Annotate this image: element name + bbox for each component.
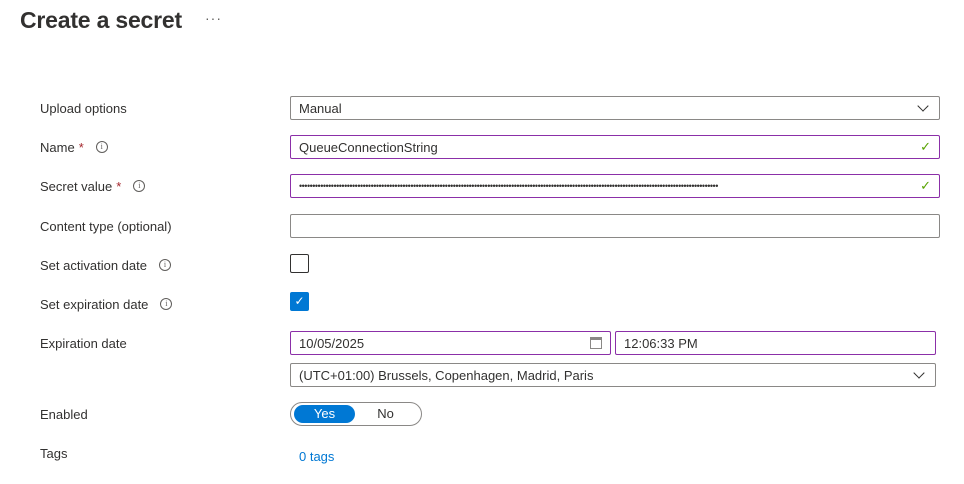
name-input[interactable]: QueueConnectionString ✓ [290, 135, 940, 159]
tags-link[interactable]: 0 tags [299, 449, 334, 464]
timezone-dropdown[interactable]: (UTC+01:00) Brussels, Copenhagen, Madrid… [290, 363, 936, 387]
enabled-label: Enabled [40, 404, 88, 424]
label-text: Secret value [40, 178, 113, 194]
label-text: Content type (optional) [40, 218, 172, 234]
more-options-button[interactable]: ··· [205, 10, 222, 26]
enabled-toggle[interactable]: Yes No [290, 402, 422, 426]
chevron-down-icon [913, 367, 925, 379]
upload-options-dropdown[interactable]: Manual [290, 96, 940, 120]
time-value: 12:06:33 PM [624, 335, 698, 351]
expiration-date-toggle-label: Set expiration date i [40, 294, 173, 314]
chevron-down-icon [917, 100, 929, 112]
name-label: Name * i [40, 137, 108, 157]
name-value: QueueConnectionString [299, 139, 438, 155]
info-icon[interactable]: i [160, 298, 173, 310]
upload-options-label: Upload options [40, 98, 127, 118]
label-text: Set activation date [40, 257, 147, 273]
secret-value-label: Secret value * i [40, 176, 146, 196]
enabled-no-option[interactable]: No [355, 405, 416, 423]
activation-date-checkbox[interactable] [290, 254, 309, 273]
date-value: 10/05/2025 [299, 335, 365, 351]
required-marker: * [116, 178, 122, 194]
upload-options-value: Manual [299, 100, 342, 116]
secret-value-input[interactable]: ••••••••••••••••••••••••••••••••••••••••… [290, 174, 940, 198]
label-text: Upload options [40, 100, 127, 116]
valid-check-icon: ✓ [920, 178, 931, 193]
calendar-icon[interactable] [590, 337, 602, 349]
info-icon[interactable]: i [95, 141, 108, 153]
info-icon[interactable]: i [158, 259, 171, 271]
expiration-time-input[interactable]: 12:06:33 PM [615, 331, 936, 355]
content-type-input[interactable] [290, 214, 940, 238]
label-text: Tags [40, 445, 68, 461]
required-marker: * [78, 139, 84, 155]
info-icon[interactable]: i [133, 180, 146, 192]
label-text: Set expiration date [40, 296, 149, 312]
expiration-date-checkbox[interactable]: ✓ [290, 292, 309, 311]
timezone-value: (UTC+01:00) Brussels, Copenhagen, Madrid… [299, 367, 594, 383]
tags-label: Tags [40, 443, 67, 463]
activation-date-label: Set activation date i [40, 255, 171, 275]
secret-value-masked: ••••••••••••••••••••••••••••••••••••••••… [299, 181, 718, 191]
valid-check-icon: ✓ [920, 139, 931, 154]
label-text: Name [40, 139, 75, 155]
content-type-label: Content type (optional) [40, 216, 172, 236]
label-text: Expiration date [40, 335, 127, 351]
expiration-date-input[interactable]: 10/05/2025 [290, 331, 611, 355]
expiration-date-label: Expiration date [40, 333, 127, 353]
label-text: Enabled [40, 406, 88, 422]
page-title: Create a secret [20, 7, 182, 33]
enabled-yes-option[interactable]: Yes [294, 405, 355, 423]
